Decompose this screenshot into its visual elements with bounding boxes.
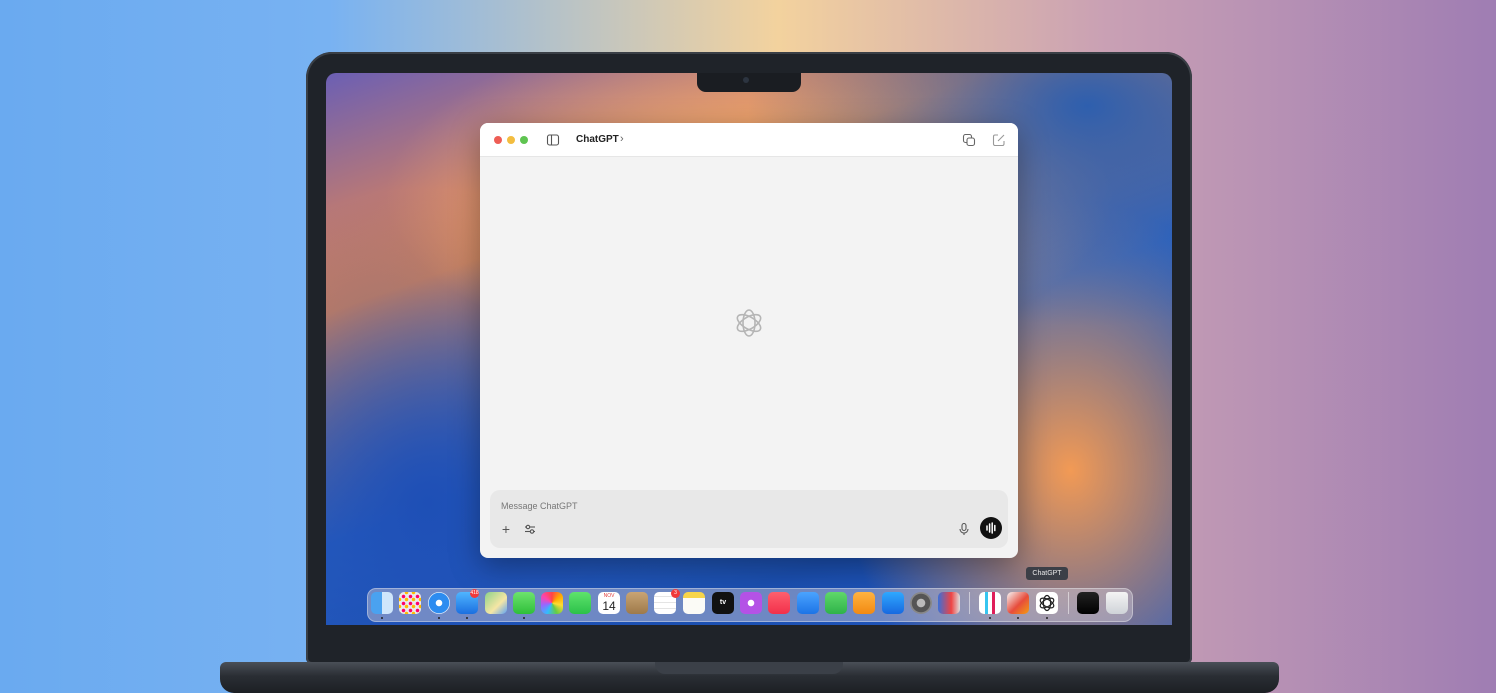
close-window-button[interactable]	[494, 136, 502, 144]
model-title[interactable]: ChatGPT	[576, 134, 619, 145]
voice-mode-button[interactable]	[980, 517, 1002, 539]
dock-slack-icon[interactable]	[979, 592, 1001, 614]
dock-iphone-mirroring-icon[interactable]	[938, 592, 960, 614]
camera-notch	[697, 73, 801, 92]
running-indicator	[381, 617, 383, 619]
running-indicator	[438, 617, 440, 619]
zoom-window-button[interactable]	[520, 136, 528, 144]
dock-pixelmator-icon[interactable]	[1007, 592, 1029, 614]
message-input[interactable]: Message ChatGPT	[501, 501, 578, 511]
tools-icon[interactable]	[523, 522, 537, 536]
dock-finder-icon[interactable]	[371, 592, 393, 614]
dock-photos-icon[interactable]	[541, 592, 563, 614]
running-indicator	[989, 617, 991, 619]
compose-icon[interactable]	[992, 133, 1006, 147]
tv-label: tv	[719, 599, 727, 606]
dock-trash-icon[interactable]	[1106, 592, 1128, 614]
dock-separator	[1068, 592, 1069, 614]
dock-maps-icon[interactable]	[485, 592, 507, 614]
running-indicator	[523, 617, 525, 619]
running-indicator	[1046, 617, 1048, 619]
new-window-icon[interactable]	[962, 133, 976, 147]
running-indicator	[1017, 617, 1019, 619]
plus-icon[interactable]: +	[499, 522, 513, 536]
microphone-icon[interactable]	[957, 522, 971, 536]
voice-mode-icon	[986, 522, 996, 534]
dock-notes-icon[interactable]	[683, 592, 705, 614]
dock-contacts-icon[interactable]	[626, 592, 648, 614]
title-bar: ChatGPT ›	[480, 123, 1018, 157]
minimize-window-button[interactable]	[507, 136, 515, 144]
dock-music-icon[interactable]	[768, 592, 790, 614]
dock-tooltip: ChatGPT	[1026, 567, 1068, 580]
dock-pages-icon[interactable]	[853, 592, 875, 614]
dock-chatgpt-icon[interactable]	[1036, 592, 1058, 614]
dock-messages-icon[interactable]	[513, 592, 535, 614]
dock-separator	[969, 592, 970, 614]
running-indicator	[466, 617, 468, 619]
openai-logo-icon	[736, 309, 762, 337]
sidebar-toggle-icon[interactable]	[546, 133, 560, 147]
chatgpt-window: ChatGPT › Message ChatGPT +	[480, 123, 1018, 558]
calendar-day: 14	[602, 599, 616, 613]
dock-downloads-icon[interactable]	[1077, 592, 1099, 614]
dock-safari-icon[interactable]	[428, 592, 450, 614]
openai-logo-icon	[1039, 594, 1055, 612]
dock-system-settings-icon[interactable]	[910, 592, 932, 614]
reminders-badge: 3	[671, 589, 680, 598]
dock-facetime-icon[interactable]	[569, 592, 591, 614]
dock-keynote-icon[interactable]	[797, 592, 819, 614]
dock-launchpad-icon[interactable]	[399, 592, 421, 614]
dock-numbers-icon[interactable]	[825, 592, 847, 614]
dock-podcasts-icon[interactable]	[740, 592, 762, 614]
chevron-right-icon[interactable]: ›	[620, 133, 624, 145]
mail-badge: 418	[470, 589, 479, 598]
dock-app-store-icon[interactable]	[882, 592, 904, 614]
laptop-base-lip	[655, 662, 843, 674]
camera-icon	[743, 77, 749, 83]
message-composer[interactable]: Message ChatGPT +	[490, 490, 1008, 548]
